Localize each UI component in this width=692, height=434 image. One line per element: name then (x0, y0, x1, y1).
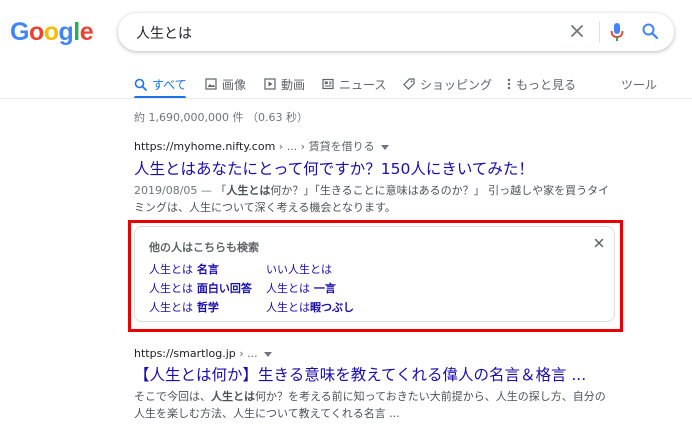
tab-shopping[interactable]: ショッピング (403, 72, 492, 96)
snippet-highlight: 人生とは (226, 184, 271, 197)
search-tabs: すべて 画像 動画 ニュース ショッピング もっと見る ツール (0, 72, 692, 99)
tab-more[interactable]: もっと見る (507, 72, 576, 96)
result-snippet: そこで今回は、人生とは何か？を考える前に知っておきたい大前提から、人生の探し方、… (134, 388, 612, 422)
chevron-down-icon[interactable] (263, 351, 272, 357)
logo-letter: e (79, 18, 94, 46)
tab-tools[interactable]: ツール (621, 72, 657, 96)
result-cite[interactable]: https://smartlog.jp › ... (134, 347, 654, 360)
snippet-text: そこで今回は、 (134, 390, 211, 403)
result-breadcrumb: › ... › 賃貸を借りる (275, 140, 375, 153)
more-icon (507, 78, 511, 90)
search-input[interactable]: 人生とは (136, 23, 192, 43)
clear-icon[interactable] (567, 21, 587, 41)
result-title-link[interactable]: 【人生とは何か】生きる意味を教えてくれる偉人の名言＆格言 ... (134, 364, 654, 386)
tab-all[interactable]: すべて (134, 72, 187, 96)
tab-label: ショッピング (420, 77, 493, 92)
result-breadcrumb: › ... (235, 347, 258, 360)
result-stats: 約 1,690,000,000 件 （0.63 秒） (134, 111, 308, 124)
search-result: https://smartlog.jp › ... 【人生とは何か】生きる意味を… (134, 347, 654, 422)
search-icon[interactable] (641, 22, 659, 40)
logo-letter: o (43, 18, 59, 46)
search-divider (599, 21, 600, 43)
tab-label: 画像 (222, 77, 247, 92)
microphone-icon[interactable] (609, 22, 625, 42)
result-date: 2019/08/05 — (134, 184, 216, 197)
news-icon (322, 78, 334, 90)
google-logo[interactable]: Google (10, 18, 94, 47)
result-cite[interactable]: https://myhome.nifty.com › ... › 賃貸を借りる (134, 138, 654, 154)
chevron-down-icon[interactable] (380, 144, 389, 150)
tab-label: ニュース (339, 77, 387, 92)
result-snippet: 2019/08/05 — 「人生とは何か？」「生きることに意味はあるのか？」 引… (134, 182, 612, 216)
search-result: https://myhome.nifty.com › ... › 賃貸を借りる … (134, 138, 654, 216)
tab-images[interactable]: 画像 (205, 72, 246, 96)
snippet-text: 「 (215, 184, 227, 197)
tag-icon (403, 78, 415, 90)
search-box[interactable]: 人生とは (118, 13, 674, 51)
highlight-annotation-box (128, 220, 623, 332)
snippet-highlight: 人生とは (211, 390, 255, 403)
result-domain: https://smartlog.jp (134, 347, 236, 360)
tab-news[interactable]: ニュース (322, 72, 386, 96)
tab-videos[interactable]: 動画 (264, 72, 305, 96)
tabs-divider (0, 98, 692, 99)
logo-letter: o (28, 18, 44, 46)
tab-label: すべて (152, 77, 187, 92)
image-icon (205, 78, 217, 90)
logo-letter: g (58, 18, 74, 46)
tab-label: ツール (621, 77, 658, 92)
search-icon (134, 78, 147, 91)
tab-label: 動画 (281, 77, 306, 92)
logo-letter: G (10, 18, 29, 46)
video-icon (264, 78, 276, 90)
result-domain: https://myhome.nifty.com (134, 140, 276, 153)
result-title-link[interactable]: 人生とはあなたにとって何ですか？150人にきいてみた！ (134, 158, 654, 180)
tab-label: もっと見る (516, 77, 577, 92)
